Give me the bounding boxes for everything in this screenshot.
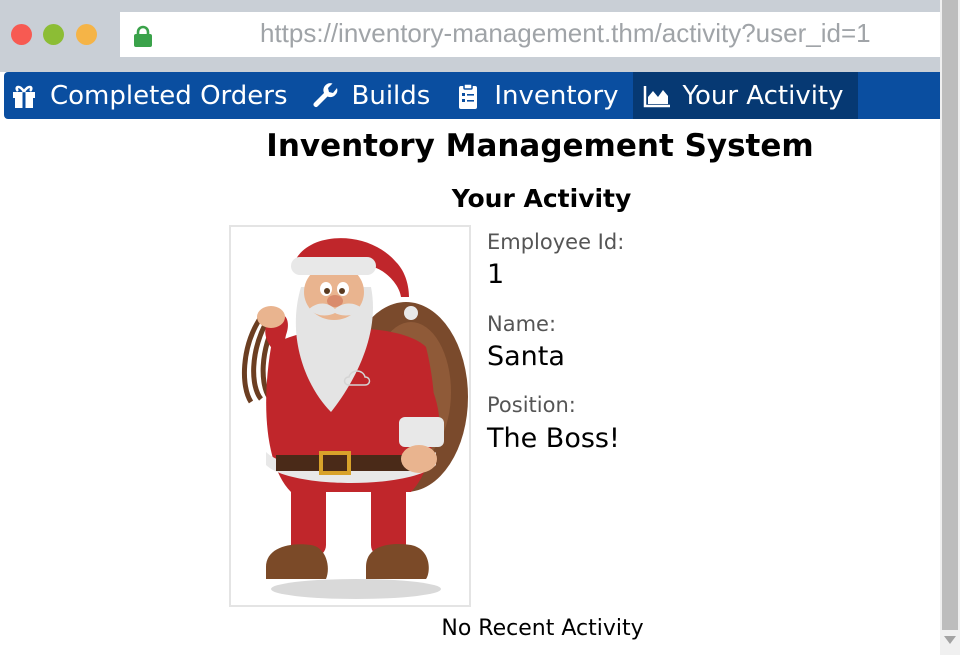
nav-label: Builds [351, 80, 431, 111]
address-bar[interactable]: https://inventory-management.thm/activit… [120, 12, 940, 57]
minimize-window-button[interactable] [43, 24, 64, 45]
activity-empty-state: No Recent Activity [441, 616, 644, 641]
name-value: Santa [487, 341, 565, 372]
nav-label: Your Activity [682, 80, 844, 111]
santa-illustration [241, 238, 468, 599]
name-label: Name: [487, 312, 557, 336]
close-window-button[interactable] [11, 24, 32, 45]
nav-label: Inventory [494, 80, 619, 111]
nav-your-activity[interactable]: Your Activity [632, 72, 858, 119]
scrollbar-thumb[interactable] [942, 0, 958, 630]
browser-toolbar: https://inventory-management.thm/activit… [0, 0, 940, 72]
employee-photo [229, 225, 471, 607]
area-chart-icon [643, 85, 670, 107]
nav-completed-orders[interactable]: Completed Orders [4, 72, 302, 119]
position-value: The Boss! [487, 423, 620, 454]
position-label: Position: [487, 393, 576, 417]
employee-id-value: 1 [487, 259, 505, 290]
employee-id-label: Employee Id: [487, 230, 625, 254]
nav-inventory[interactable]: Inventory [444, 72, 632, 119]
page-title: Inventory Management System [266, 128, 814, 164]
maximize-window-button[interactable] [76, 24, 97, 45]
url-text: https://inventory-management.thm/activit… [260, 18, 871, 48]
wrench-icon [313, 82, 337, 107]
clipboard-icon [459, 82, 478, 109]
gift-icon [13, 85, 35, 108]
nav-label: Completed Orders [50, 80, 288, 111]
nav-builds[interactable]: Builds [302, 72, 445, 119]
section-title: Your Activity [451, 184, 632, 213]
main-nav: Completed Orders Builds Inventory Your A… [4, 72, 940, 119]
lock-icon [134, 25, 152, 47]
